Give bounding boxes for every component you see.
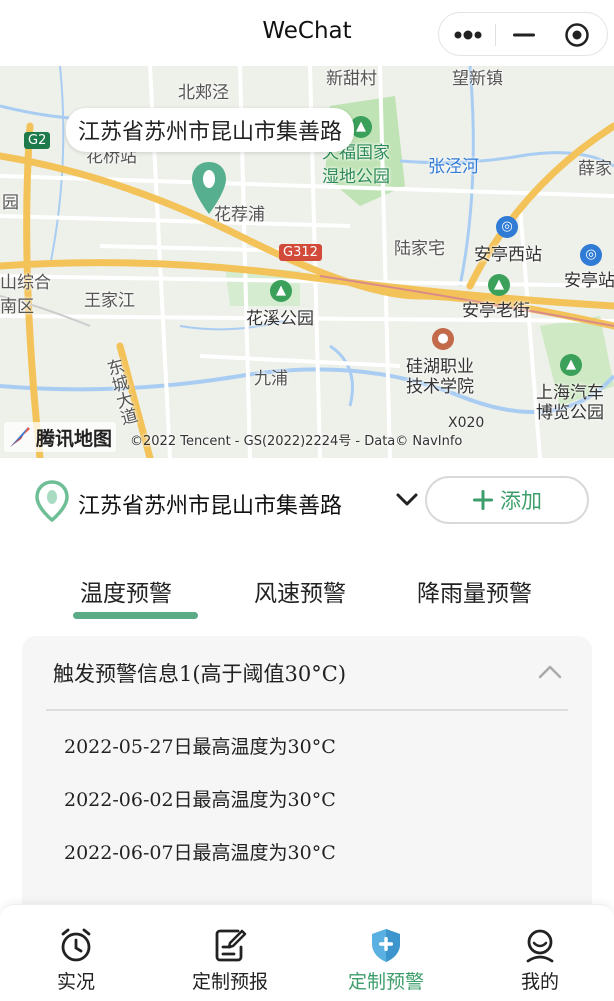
map-label: 安亭老街 [462,301,530,321]
location-address[interactable]: 江苏省苏州市昆山市集善路 [78,488,342,520]
nav-item-live[interactable]: 实况 [16,927,136,997]
school-icon: ● [432,328,454,350]
map-label: 王家江 [84,291,135,311]
warning-row: 2022-05-27日最高温度为30°C [64,736,336,758]
map-label: 园 [2,193,19,213]
map-label: 湿地公园 [322,167,390,187]
warning-card-title[interactable]: 触发预警信息1(高于阈值30°C) [53,658,346,688]
bottom-nav: 实况 定制预报 定制预警 我的 [0,904,614,1001]
map-label: 南区 [0,297,34,317]
capsule-divider [495,24,496,46]
location-bubble: 江苏省苏州市昆山市集善路 [66,108,355,152]
shield-plus-icon [372,929,400,962]
park-icon: ▲ [560,354,582,376]
map-logo-text: 腾讯地图 [36,427,113,450]
map-label: 薛家 [578,159,612,179]
map-label: 新甜村 [326,69,377,89]
map-label: 安亭西站 [474,245,542,265]
map-label: 技术学院 [406,377,474,397]
edit-note-icon [215,929,247,962]
park-icon: ▲ [488,274,510,296]
station-icon: ◎ [496,216,518,238]
map-view[interactable]: 新甜村 望新镇 北郏泾 天福国家 湿地公园 张泾河 薛家 花桥站 园 花荐浦 陆… [0,66,614,458]
menu-capsule [438,12,608,56]
tencent-map-logo-icon [10,427,30,447]
chevron-down-icon[interactable] [394,490,420,510]
nav-label: 定制预警 [347,971,424,993]
map-label: 安亭站 [564,271,614,291]
tab-rain-warning[interactable]: 降雨量预警 [417,574,532,608]
warning-card: 触发预警信息1(高于阈值30°C) 2022-05-27日最高温度为30°C 2… [22,636,592,936]
map-label: 张泾河 [428,157,479,177]
map-logo: 腾讯地图 [4,422,117,452]
map-label: 九浦 [254,369,288,389]
warning-row: 2022-06-02日最高温度为30°C [64,789,336,811]
map-label: 花溪公园 [246,309,314,329]
map-label: 山综合 [0,273,51,293]
user-face-icon [526,929,554,963]
nav-label: 定制预报 [191,971,268,993]
map-pin-icon[interactable] [190,160,228,216]
station-icon: ◎ [580,244,602,266]
location-bar: 江苏省苏州市昆山市集善路 添加 [0,458,614,548]
nav-item-custom-forecast[interactable]: 定制预报 [170,927,290,997]
card-divider [46,709,568,711]
warning-tabs: 温度预警 风速预警 降雨量预警 [0,560,614,626]
alarm-clock-icon [61,928,91,962]
add-button-label: 添加 [500,489,542,513]
road-shield-g2: G2 [24,132,51,149]
map-label: 望新镇 [452,69,503,89]
map-copyright: ©2022 Tencent - GS(2022)2224号 - Data© Na… [130,434,463,449]
add-location-button[interactable]: 添加 [425,476,589,524]
nav-item-custom-warning[interactable]: 定制预警 [326,927,446,997]
more-icon[interactable] [453,28,483,42]
park-icon: ▲ [270,280,292,302]
tab-wind-warning[interactable]: 风速预警 [254,574,346,608]
map-label: 北郏泾 [178,83,229,103]
plus-icon [473,490,493,510]
chevron-up-icon[interactable] [538,664,562,680]
tab-temperature-warning[interactable]: 温度预警 [80,574,172,608]
map-label: 博览公园 [536,403,604,423]
map-label: 陆家宅 [394,239,445,259]
close-target-icon[interactable] [564,22,590,48]
nav-item-profile[interactable]: 我的 [480,927,600,997]
nav-label: 实况 [56,971,95,993]
road-shield-g312: G312 [279,244,322,261]
nav-label: 我的 [520,971,559,993]
active-tab-indicator [73,612,198,619]
title-bar: WeChat [0,0,614,66]
warning-row: 2022-06-07日最高温度为30°C [64,842,336,864]
minimize-icon[interactable] [512,23,536,47]
location-pin-icon [35,480,69,522]
